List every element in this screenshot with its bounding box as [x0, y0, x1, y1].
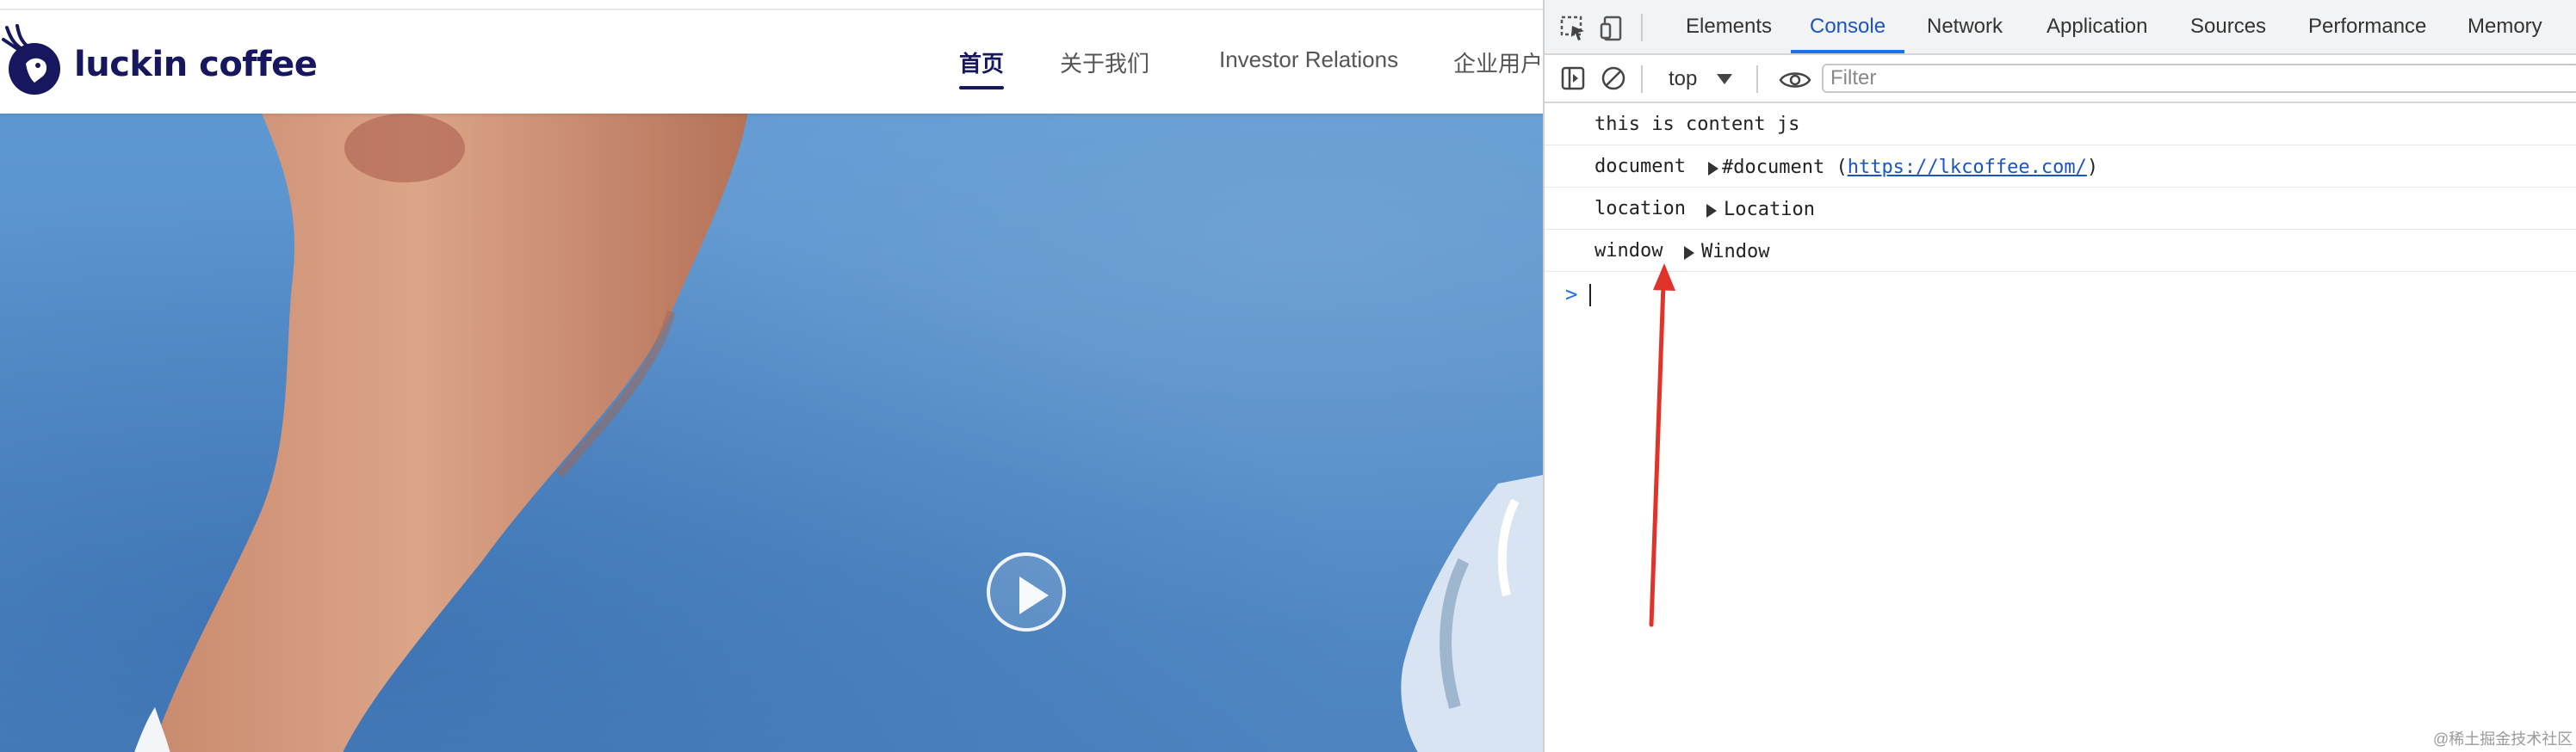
message-value[interactable]: Window [1701, 241, 1769, 262]
nav-item-investor-relations[interactable]: Investor Relations [1219, 46, 1398, 73]
site-header: luckin coffee 首页 关于我们 Investor Relations… [0, 10, 1543, 114]
expand-triangle-icon[interactable] [1684, 246, 1694, 260]
nav-item-enterprise[interactable]: 企业用户 [1453, 46, 1543, 78]
console-toolbar: top Filter [1545, 55, 2576, 103]
console-message: this is content js [1545, 103, 2576, 145]
play-button[interactable] [987, 552, 1066, 632]
message-key: location [1595, 198, 1686, 219]
console-output: this is content js document #document (h… [1545, 103, 2576, 317]
filter-input[interactable]: Filter [1822, 64, 2576, 93]
hero-video[interactable] [0, 114, 1543, 752]
message-value[interactable]: #document (https://lkcoffee.com/) [1722, 157, 2098, 178]
nav-active-indicator [959, 86, 1004, 89]
tab-elements[interactable]: Elements [1686, 0, 1772, 53]
watermark: @稀土掘金技术社区 [2433, 730, 2573, 748]
hero-athlete-image [134, 114, 1543, 752]
sidebar-toggle-icon[interactable] [1560, 65, 1588, 91]
main-nav: 首页 关于我们 Investor Relations 企业用户 [0, 10, 1543, 114]
tab-memory[interactable]: Memory [2468, 0, 2542, 53]
clear-console-icon[interactable] [1600, 65, 1627, 91]
expand-triangle-icon[interactable] [1708, 162, 1718, 176]
message-value[interactable]: Location [1724, 199, 1815, 220]
console-message: location Location [1545, 188, 2576, 230]
prompt-chevron-icon: > [1565, 282, 1578, 306]
message-key: window [1595, 240, 1663, 262]
document-url-link[interactable]: https://lkcoffee.com/ [1848, 157, 2087, 178]
text-caret [1589, 284, 1591, 306]
expand-triangle-icon[interactable] [1706, 204, 1717, 218]
tab-sources[interactable]: Sources [2190, 0, 2266, 53]
tab-console[interactable]: Console [1790, 0, 1905, 53]
tab-performance[interactable]: Performance [2308, 0, 2426, 53]
devtools-tab-bar: Elements Console Network Application Sou… [1545, 0, 2576, 55]
toolbar-divider-2 [1756, 65, 1758, 93]
nav-item-about[interactable]: 关于我们 [1060, 46, 1149, 78]
browser-top-edge [0, 0, 1543, 10]
website-viewport: luckin coffee 首页 关于我们 Investor Relations… [0, 0, 1543, 752]
message-key: document [1595, 156, 1686, 177]
console-message: window Window [1545, 230, 2576, 272]
toolbar-divider [1641, 65, 1643, 93]
console-prompt[interactable]: > [1545, 272, 2576, 317]
nav-item-home[interactable]: 首页 [959, 46, 1004, 78]
tabbar-divider [1641, 14, 1643, 41]
document-node-text: #document ( [1722, 157, 1848, 178]
devtools-panel: Elements Console Network Application Sou… [1543, 0, 2576, 752]
chevron-down-icon [1717, 74, 1732, 84]
tab-network[interactable]: Network [1927, 0, 2003, 53]
device-toolbar-icon[interactable] [1600, 15, 1627, 41]
inspect-element-icon[interactable] [1560, 15, 1588, 41]
document-node-suffix: ) [2086, 157, 2099, 178]
live-expression-eye-icon[interactable] [1779, 67, 1811, 93]
context-selector[interactable]: top [1669, 67, 1697, 91]
message-text: this is content js [1595, 114, 1800, 135]
console-message: document #document (https://lkcoffee.com… [1545, 145, 2576, 188]
tab-application[interactable]: Application [2047, 0, 2147, 53]
